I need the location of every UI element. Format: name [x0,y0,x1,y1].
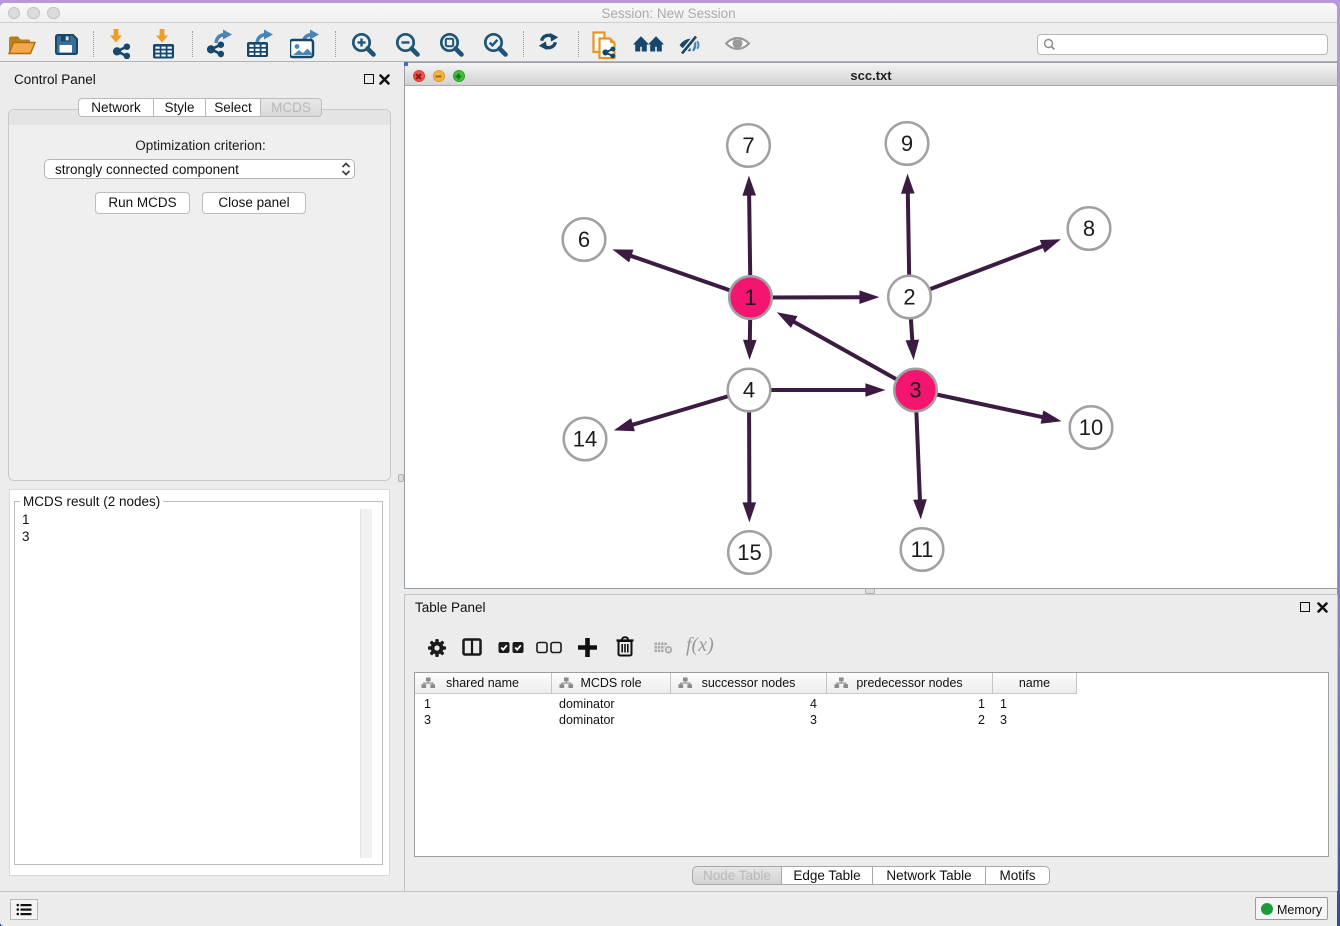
svg-text:11: 11 [911,537,934,562]
svg-text:3: 3 [909,378,921,403]
svg-text:7: 7 [742,133,754,158]
svg-text:2: 2 [903,285,915,310]
svg-text:1: 1 [744,285,756,310]
svg-text:4: 4 [743,378,755,403]
svg-text:14: 14 [573,427,597,452]
svg-text:15: 15 [737,540,761,565]
svg-text:6: 6 [578,227,590,252]
svg-text:10: 10 [1079,415,1103,440]
svg-text:8: 8 [1083,216,1095,241]
svg-text:9: 9 [901,131,913,156]
